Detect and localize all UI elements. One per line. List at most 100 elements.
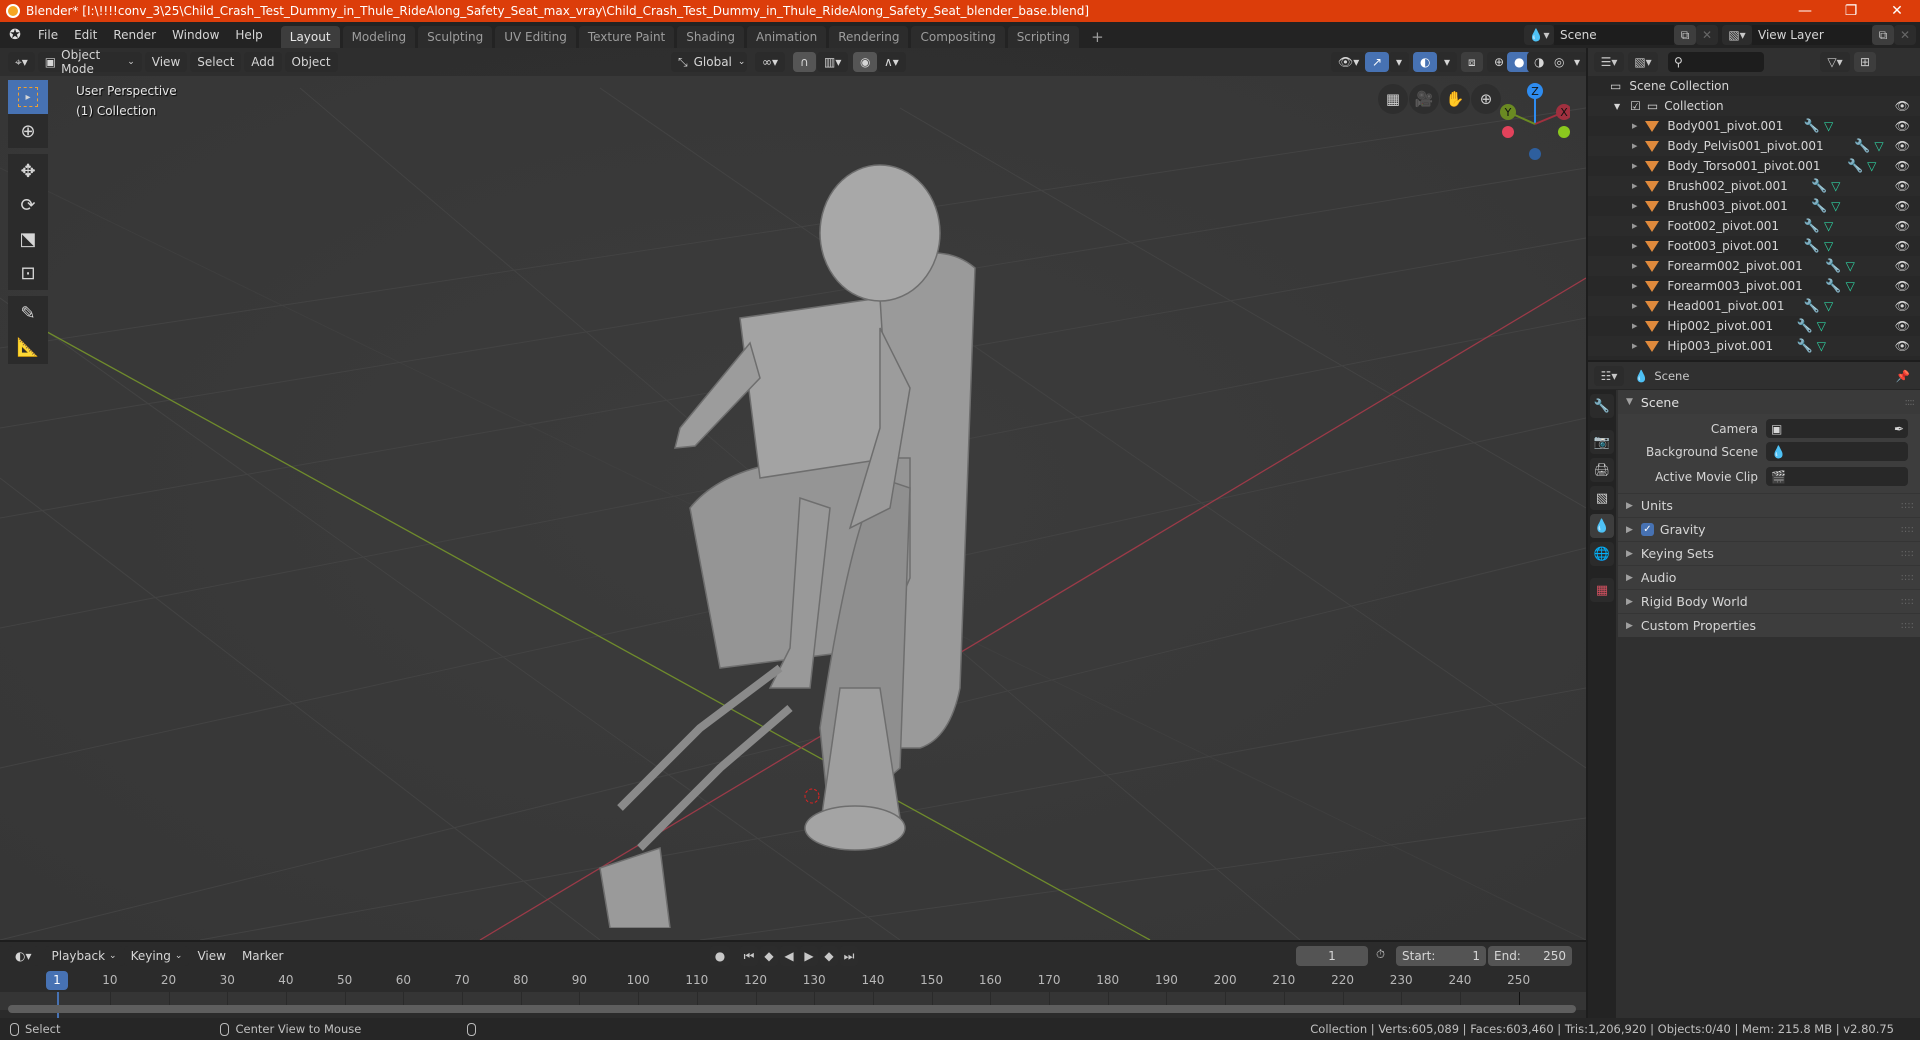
timeline-scrollbar[interactable]: [8, 1005, 1576, 1013]
active-movie-clip-field[interactable]: 🎬: [1766, 467, 1908, 486]
tab-output-icon[interactable]: 🖨: [1590, 458, 1614, 482]
new-view-layer-icon[interactable]: ⧉: [1872, 25, 1894, 45]
tab-world-icon[interactable]: 🌐: [1590, 542, 1614, 566]
expand-arrow-icon[interactable]: ▶: [1632, 222, 1637, 230]
jump-start-icon[interactable]: ⏮: [740, 946, 758, 966]
view-menu[interactable]: View: [144, 52, 188, 72]
drag-grip-icon[interactable]: ::::: [1901, 548, 1914, 559]
collection-row[interactable]: ▼ ☑ ▭ Collection 👁: [1588, 96, 1920, 116]
outliner-search-input[interactable]: ⚲: [1668, 52, 1764, 72]
cursor-tool[interactable]: ⊕: [8, 114, 48, 148]
expand-arrow-icon[interactable]: ▶: [1632, 302, 1637, 310]
child-seat-model[interactable]: [580, 128, 1020, 928]
subpanel-units[interactable]: ▶ Units::::: [1618, 493, 1920, 517]
snap-target-dropdown[interactable]: ▥▾: [817, 52, 849, 72]
camera-view-icon[interactable]: 🎥: [1409, 84, 1439, 114]
timeline-marker-menu[interactable]: Marker: [234, 943, 291, 969]
visibility-eye-icon[interactable]: 👁: [1895, 219, 1910, 233]
visibility-eye-icon[interactable]: 👁: [1895, 179, 1910, 193]
start-frame-field[interactable]: Start: 1: [1396, 946, 1486, 966]
timeline-editor-type-icon[interactable]: ◐▾: [8, 946, 39, 966]
proportional-edit-toggle[interactable]: ◉: [853, 52, 878, 72]
modifier-wrench-icon[interactable]: 🔧: [1804, 119, 1820, 134]
object-mode-dropdown[interactable]: ▣ Object Mode ⌄: [37, 48, 142, 76]
modifier-wrench-icon[interactable]: 🔧: [1804, 239, 1820, 254]
add-workspace-button[interactable]: +: [1082, 26, 1113, 48]
expand-arrow-icon[interactable]: ▼: [1614, 102, 1620, 111]
snap-toggle[interactable]: ∩: [793, 52, 816, 72]
visibility-eye-icon[interactable]: 👁: [1895, 319, 1910, 333]
mesh-data-icon[interactable]: ▽: [1817, 339, 1826, 353]
mesh-data-icon[interactable]: ▽: [1846, 259, 1855, 273]
tab-animation[interactable]: Animation: [747, 26, 827, 48]
end-frame-field[interactable]: End: 250: [1488, 946, 1572, 966]
filter-view-layer-dropdown[interactable]: ▧▾: [1628, 52, 1658, 72]
modifier-wrench-icon[interactable]: 🔧: [1804, 219, 1820, 234]
modifier-wrench-icon[interactable]: 🔧: [1797, 339, 1813, 354]
menu-render[interactable]: Render: [105, 22, 164, 48]
maximize-button[interactable]: ❐: [1828, 0, 1874, 22]
select-box-tool[interactable]: ▸: [8, 80, 48, 114]
delete-scene-icon[interactable]: ✕: [1696, 25, 1718, 45]
mesh-data-icon[interactable]: ▽: [1817, 319, 1826, 333]
mesh-data-icon[interactable]: ▽: [1831, 199, 1840, 213]
mesh-data-icon[interactable]: ▽: [1867, 159, 1876, 173]
modifier-wrench-icon[interactable]: 🔧: [1811, 199, 1827, 214]
outliner-object-row[interactable]: ▶ Brush003_pivot.001 🔧 ▽ 👁: [1588, 196, 1920, 216]
outliner-object-row[interactable]: ▶ Body001_pivot.001 🔧 ▽ 👁: [1588, 116, 1920, 136]
new-scene-icon[interactable]: ⧉: [1674, 25, 1696, 45]
tab-uv-editing[interactable]: UV Editing: [495, 26, 576, 48]
subpanel-rigid-body-world[interactable]: ▶ Rigid Body World::::: [1618, 589, 1920, 613]
timeline-ruler[interactable]: 1 10 20 30 40 50 60 70 80 90 100 110 120 130 140 150 160…: [0, 970, 1586, 992]
object-menu[interactable]: Object: [284, 52, 338, 72]
move-tool[interactable]: ✥: [8, 154, 48, 188]
outliner-object-row[interactable]: ▶ Brush002_pivot.001 🔧 ▽ 👁: [1588, 176, 1920, 196]
gizmo-dropdown[interactable]: ▾: [1389, 52, 1410, 72]
visibility-eye-icon[interactable]: 👁: [1895, 239, 1910, 253]
drag-grip-icon[interactable]: ::::: [1901, 620, 1914, 631]
measure-tool[interactable]: 📐: [8, 330, 48, 364]
subpanel-gravity[interactable]: ▶ ✓ Gravity::::: [1618, 517, 1920, 541]
select-menu[interactable]: Select: [190, 52, 242, 72]
menu-help[interactable]: Help: [227, 22, 270, 48]
tab-scene-icon[interactable]: 💧: [1590, 514, 1614, 538]
expand-arrow-icon[interactable]: ▶: [1632, 182, 1637, 190]
mesh-data-icon[interactable]: ▽: [1831, 179, 1840, 193]
expand-arrow-icon[interactable]: ▶: [1632, 142, 1637, 150]
modifier-wrench-icon[interactable]: 🔧: [1825, 259, 1841, 274]
scene-icon[interactable]: 💧▾: [1524, 25, 1554, 45]
visibility-eye-icon[interactable]: 👁: [1895, 299, 1910, 313]
outliner-object-row[interactable]: ▶ Forearm002_pivot.001 🔧 ▽ 👁: [1588, 256, 1920, 276]
visibility-eye-icon[interactable]: 👁: [1895, 339, 1910, 353]
play-reverse-icon[interactable]: ◀: [780, 946, 798, 966]
filter-dropdown[interactable]: ▽▾: [1820, 52, 1850, 72]
navigation-gizmo[interactable]: Z X Y: [1500, 82, 1570, 162]
tab-texture-icon[interactable]: ▦: [1590, 578, 1614, 602]
tab-texture-paint[interactable]: Texture Paint: [578, 26, 675, 48]
expand-arrow-icon[interactable]: ▶: [1632, 322, 1637, 330]
visibility-eye-icon[interactable]: 👁: [1895, 139, 1910, 153]
pan-hand-icon[interactable]: ✋: [1440, 84, 1470, 114]
toggle-ortho-grid-icon[interactable]: ▦: [1378, 84, 1408, 114]
transform-orientation-dropdown[interactable]: ⤡ Global ⌄: [671, 52, 747, 72]
rotate-tool[interactable]: ⟳: [8, 188, 48, 222]
gizmo-toggle[interactable]: ↗: [1365, 52, 1390, 72]
pin-icon[interactable]: 📌: [1896, 369, 1910, 383]
scene-panel-header[interactable]: ▼ Scene ::::: [1618, 390, 1920, 414]
new-collection-icon[interactable]: ⊞: [1854, 52, 1876, 72]
expand-arrow-icon[interactable]: ▶: [1632, 122, 1637, 130]
jump-end-icon[interactable]: ⏭: [840, 946, 858, 966]
eyedropper-icon[interactable]: ✒: [1894, 422, 1904, 436]
outliner-object-row[interactable]: ▶ Head001_pivot.001 🔧 ▽ 👁: [1588, 296, 1920, 316]
scene-name-field[interactable]: Scene: [1554, 25, 1674, 45]
drag-grip-icon[interactable]: ::::: [1905, 397, 1916, 408]
play-icon[interactable]: ▶: [800, 946, 818, 966]
tab-scripting[interactable]: Scripting: [1007, 26, 1080, 48]
menu-window[interactable]: Window: [164, 22, 227, 48]
modifier-wrench-icon[interactable]: 🔧: [1847, 159, 1863, 174]
mesh-data-icon[interactable]: ▽: [1824, 219, 1833, 233]
expand-arrow-icon[interactable]: ▶: [1632, 282, 1637, 290]
gravity-checkbox[interactable]: ✓: [1640, 523, 1654, 536]
xray-toggle[interactable]: ⧈: [1461, 52, 1483, 72]
scale-tool[interactable]: ⬔: [8, 222, 48, 256]
